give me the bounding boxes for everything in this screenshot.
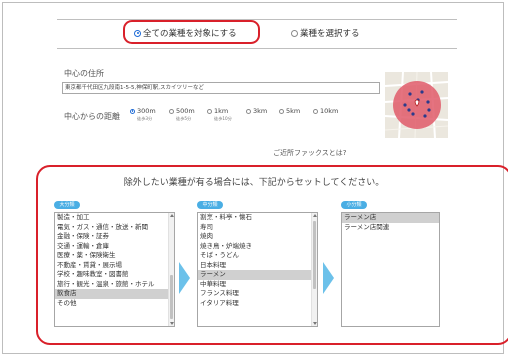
fax-info-link[interactable]: ご近所ファックスとは? xyxy=(273,148,347,158)
list-item[interactable]: 日本料理 xyxy=(198,261,317,271)
list-item[interactable]: ラーメン店関連 xyxy=(342,223,439,233)
arrow-right-icon xyxy=(179,262,190,294)
list-item[interactable]: 交通・運輸・倉庫 xyxy=(55,242,174,252)
address-label: 中心の住所 xyxy=(64,69,104,78)
radio-select-industries[interactable]: 業種を選択する xyxy=(291,27,360,39)
list-item[interactable]: フランス料理 xyxy=(198,289,317,299)
major-list-scrollbar[interactable] xyxy=(168,213,174,326)
list-item[interactable]: その他 xyxy=(55,299,174,309)
distance-option-1km[interactable]: 1km 徒歩10分 xyxy=(207,107,232,122)
minor-category-list[interactable]: ラーメン店 ラーメン店関連 xyxy=(341,212,440,327)
list-item[interactable]: 製造・加工 xyxy=(55,213,174,223)
scroll-thumb[interactable] xyxy=(313,221,316,289)
distance-option-10km[interactable]: 10km xyxy=(313,107,338,115)
address-input[interactable]: 東京都千代田区九段南1-5-5,神保町駅,スカイツリーなど xyxy=(62,82,380,94)
distance-option-5km[interactable]: 5km xyxy=(279,107,300,115)
list-item[interactable]: 割烹・料亭・懐石 xyxy=(198,213,317,223)
list-item[interactable]: 金融・保険・証券 xyxy=(55,232,174,242)
radio-unchecked-icon[interactable] xyxy=(291,29,298,37)
major-category-list[interactable]: 製造・加工 電気・ガス・通信・放送・新聞 金融・保険・証券 交通・運輸・倉庫 医… xyxy=(54,212,175,327)
radio-select-label: 業種を選択する xyxy=(300,29,360,39)
major-category-badge: 大分類 xyxy=(54,201,80,209)
distance-option-300m[interactable]: 300m 徒歩3分 xyxy=(130,107,156,122)
middle-list-scrollbar[interactable] xyxy=(311,213,317,326)
middle-category-badge: 中分類 xyxy=(197,201,223,209)
radio-unchecked-icon[interactable] xyxy=(207,108,212,114)
radio-unchecked-icon[interactable] xyxy=(313,108,318,114)
list-item[interactable]: 電気・ガス・通信・放送・新聞 xyxy=(55,223,174,233)
list-item[interactable]: 医療・薬・保険衛生 xyxy=(55,251,174,261)
list-item[interactable]: そば・うどん xyxy=(198,251,317,261)
radio-all-industries[interactable]: 全ての業種を対象にする xyxy=(134,27,237,39)
list-item[interactable]: 寿司 xyxy=(198,223,317,233)
radio-unchecked-icon[interactable] xyxy=(279,108,284,114)
scroll-down-icon[interactable] xyxy=(313,322,317,325)
list-item-selected[interactable]: ラーメン xyxy=(198,270,317,280)
exclude-title: 除外したい業種が有る場合には、下記からセットしてください。 xyxy=(123,178,385,188)
section-divider xyxy=(57,48,457,49)
list-item-selected[interactable]: ラーメン店 xyxy=(342,213,439,223)
list-item[interactable]: 旅行・観光・温泉・旅館・ホテル xyxy=(55,280,174,290)
list-item[interactable]: 焼肉 xyxy=(198,232,317,242)
arrow-right-icon xyxy=(323,262,334,294)
distance-label: 中心からの距離 xyxy=(64,112,120,121)
map-thumbnail[interactable] xyxy=(385,72,448,138)
radio-unchecked-icon[interactable] xyxy=(246,108,251,114)
radio-all-label: 全ての業種を対象にする xyxy=(143,29,237,39)
scroll-up-icon[interactable] xyxy=(170,214,174,217)
radio-unchecked-icon[interactable] xyxy=(169,108,174,114)
list-item[interactable]: 学校・趣味教室・図書館 xyxy=(55,270,174,280)
list-item[interactable]: イタリア料理 xyxy=(198,299,317,309)
scroll-down-icon[interactable] xyxy=(170,322,174,325)
scroll-up-icon[interactable] xyxy=(313,214,317,217)
list-item-selected[interactable]: 飲食店 xyxy=(55,289,174,299)
minor-category-badge: 小分類 xyxy=(341,201,367,209)
radio-checked-icon[interactable] xyxy=(130,108,135,114)
list-item[interactable]: 中華料理 xyxy=(198,280,317,290)
middle-category-list[interactable]: 割烹・料亭・懐石 寿司 焼肉 焼き鳥・炉端焼き そば・うどん 日本料理 ラーメン… xyxy=(197,212,318,327)
distance-option-500m[interactable]: 500m 徒歩5分 xyxy=(169,107,195,122)
top-divider xyxy=(57,19,457,20)
radio-checked-icon[interactable] xyxy=(134,29,141,37)
distance-option-3km[interactable]: 3km xyxy=(246,107,267,115)
scroll-thumb[interactable] xyxy=(170,275,173,319)
list-item[interactable]: 焼き鳥・炉端焼き xyxy=(198,242,317,252)
list-item[interactable]: 不動産・賃貸・展示場 xyxy=(55,261,174,271)
map-graphic xyxy=(385,72,448,138)
